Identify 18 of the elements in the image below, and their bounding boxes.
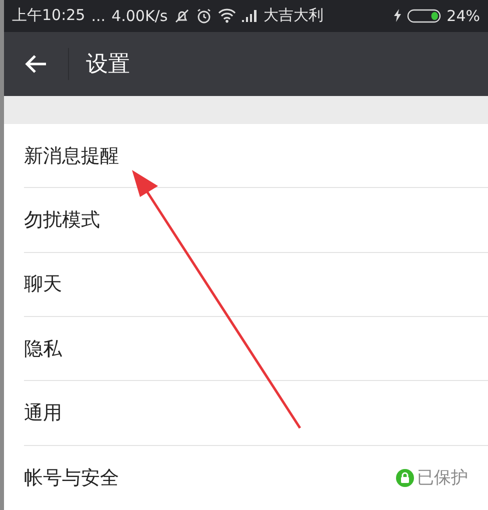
wifi-icon — [218, 8, 236, 24]
page-title: 设置 — [86, 50, 130, 79]
bell-off-icon — [174, 8, 190, 24]
lock-icon — [396, 468, 414, 487]
settings-item[interactable]: 通用 — [24, 381, 488, 446]
settings-item[interactable]: 聊天 — [24, 252, 488, 317]
network-speed: 4.00K/s — [112, 6, 168, 25]
status-time: 上午10:25 — [12, 6, 86, 26]
back-arrow-icon — [25, 54, 47, 74]
protection-status: 已保护 — [417, 467, 468, 490]
settings-item[interactable]: 隐私 — [24, 316, 488, 382]
signal-icon — [242, 10, 258, 22]
carrier-name: 大吉大利 — [264, 6, 324, 26]
battery-icon — [406, 8, 441, 23]
battery-percent: 24% — [446, 6, 480, 25]
settings-item[interactable]: 帐号与安全 已保护 — [24, 446, 488, 510]
status-dots: ... — [91, 6, 106, 25]
alarm-icon — [196, 8, 212, 24]
